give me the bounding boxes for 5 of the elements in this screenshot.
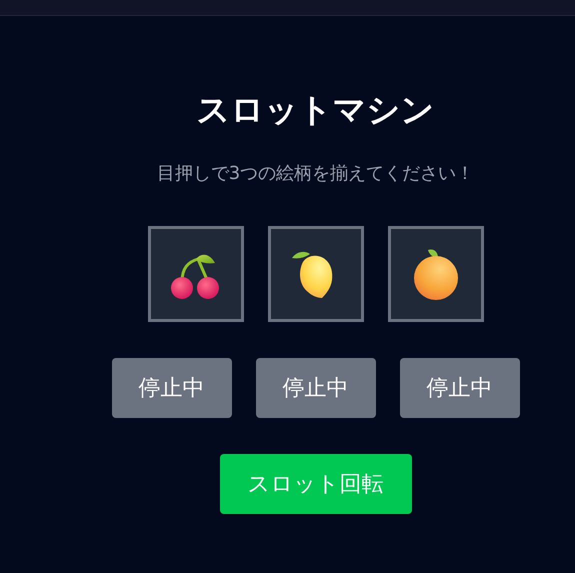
stop-button[interactable]: 停止中 — [256, 358, 376, 418]
stop-button[interactable]: 停止中 — [400, 358, 520, 418]
page-title: スロットマシン — [196, 90, 434, 130]
instruction-text: 目押しで3つの絵柄を揃えてください！ — [156, 162, 474, 186]
stop-button[interactable]: 停止中 — [112, 358, 232, 418]
